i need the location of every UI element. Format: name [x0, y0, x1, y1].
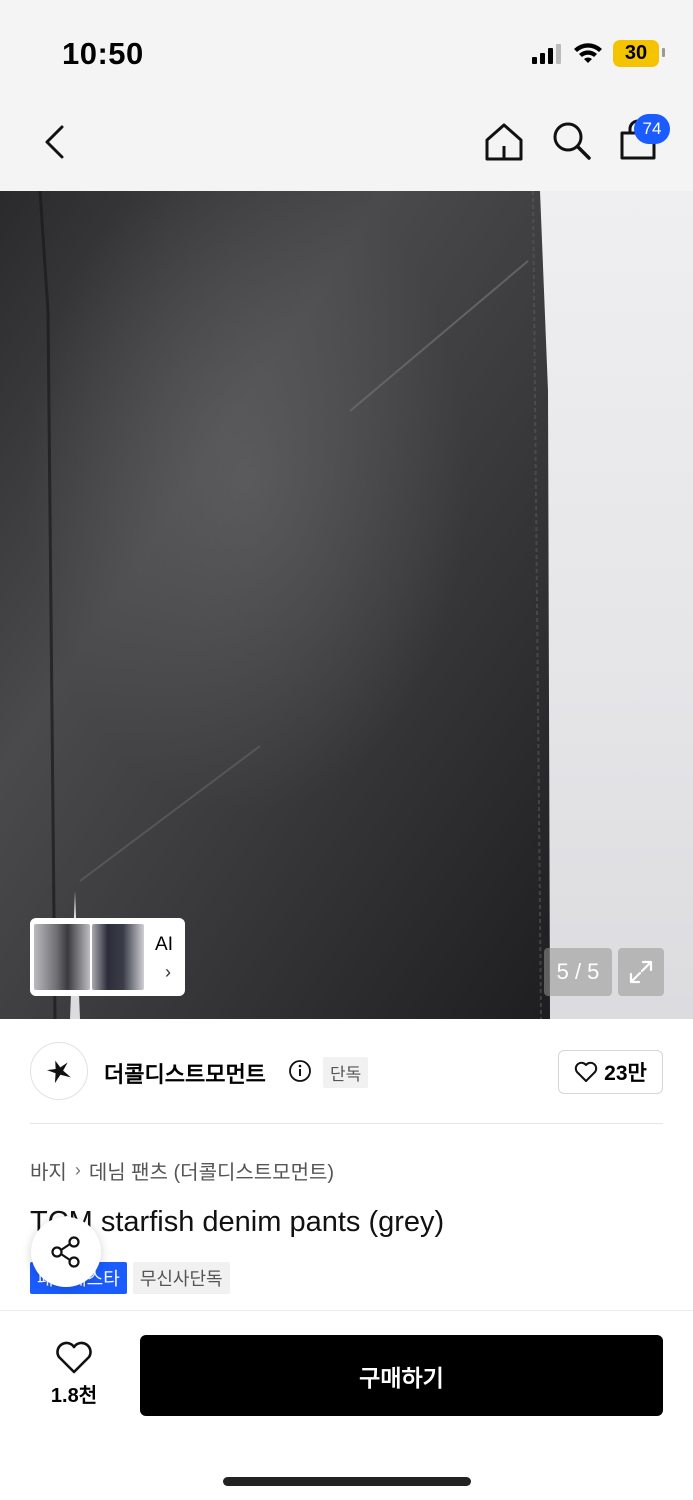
- info-icon[interactable]: [288, 1059, 312, 1083]
- expand-image-button[interactable]: [618, 948, 664, 996]
- cart-count-badge: 74: [634, 114, 670, 144]
- battery-indicator: 30: [613, 40, 665, 67]
- signal-icon: [532, 43, 561, 64]
- nav-bar: [0, 100, 693, 191]
- buy-button[interactable]: 구매하기: [140, 1335, 663, 1416]
- brand-logo[interactable]: [30, 1042, 88, 1100]
- brand-row[interactable]: 더콜디스트모먼트 단독 23만: [0, 1019, 693, 1124]
- share-button[interactable]: [31, 1217, 101, 1287]
- home-indicator: [223, 1477, 471, 1486]
- chevron-right-icon: ›: [165, 962, 171, 982]
- status-time: 10:50: [62, 36, 144, 71]
- expand-icon: [629, 960, 653, 984]
- share-icon: [51, 1236, 80, 1268]
- ai-thumbnail: [92, 924, 144, 990]
- breadcrumb: 바지 › 데님 팬츠 (더콜디스트모먼트): [30, 1156, 334, 1185]
- product-image-gallery[interactable]: AI › 5 / 5: [0, 191, 693, 1019]
- divider: [30, 1123, 663, 1124]
- chevron-left-icon: [45, 125, 64, 159]
- brand-like-count: 23만: [604, 1062, 647, 1085]
- bottom-action-bar: 1.8천 구매하기: [0, 1310, 693, 1500]
- ai-label: AI: [155, 934, 173, 955]
- search-icon[interactable]: [549, 118, 593, 162]
- home-icon[interactable]: [482, 120, 526, 164]
- heart-icon: [56, 1341, 92, 1374]
- image-page-counter: 5 / 5: [544, 948, 612, 996]
- exclusive-tag: 단독: [323, 1057, 369, 1088]
- wishlist-button[interactable]: 1.8천: [36, 1341, 112, 1411]
- brand-like-button[interactable]: 23만: [558, 1050, 663, 1094]
- status-bar: 10:50 30: [0, 0, 693, 100]
- starfish-logo-icon: [46, 1060, 71, 1084]
- breadcrumb-category[interactable]: 바지: [30, 1156, 67, 1185]
- product-photo-pants: [0, 191, 550, 1019]
- status-icons: 30: [531, 40, 665, 67]
- ai-recommendation-card[interactable]: AI ›: [30, 918, 185, 996]
- wishlist-count: 1.8천: [50, 1385, 98, 1407]
- wifi-icon: [574, 42, 602, 63]
- brand-name[interactable]: 더콜디스트모먼트: [104, 1057, 266, 1089]
- back-button[interactable]: [34, 118, 74, 166]
- ai-thumbnail: [34, 924, 90, 990]
- chevron-right-icon: ›: [74, 1160, 81, 1180]
- breadcrumb-subcategory[interactable]: 데님 팬츠 (더콜디스트모먼트): [89, 1156, 334, 1185]
- heart-icon: [574, 1061, 598, 1082]
- exclusive-tag: 무신사단독: [132, 1262, 230, 1294]
